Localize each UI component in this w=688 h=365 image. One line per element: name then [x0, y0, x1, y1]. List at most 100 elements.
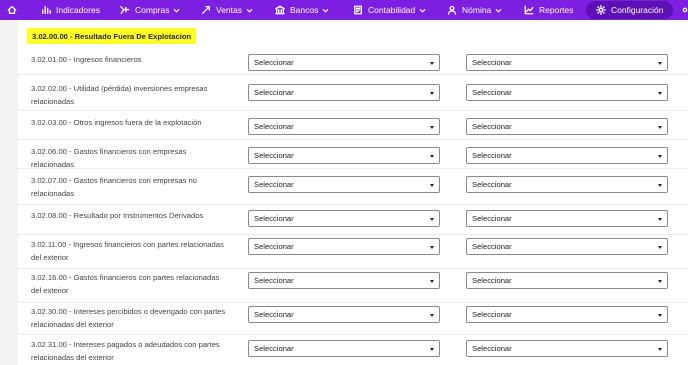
select-value: Seleccionar: [472, 122, 512, 131]
account-row: 3.02.16.00 - Gastos financieros con part…: [18, 269, 688, 303]
select-a[interactable]: Seleccionar: [248, 118, 440, 135]
select-b[interactable]: Seleccionar: [466, 147, 668, 164]
select-b[interactable]: Seleccionar: [466, 54, 668, 71]
select-b[interactable]: Seleccionar: [466, 176, 668, 193]
caret-down-icon: [430, 246, 434, 249]
select-a[interactable]: Seleccionar: [248, 340, 440, 357]
top-navigation: Indicadores Compras Ventas Bancos Contab…: [0, 0, 688, 20]
account-row: 3.02.02.00 - Utilidad (pérdida) inversio…: [18, 75, 688, 111]
select-value: Seleccionar: [254, 151, 294, 160]
select-value: Seleccionar: [472, 88, 512, 97]
caret-down-icon: [430, 218, 434, 221]
select-value: Seleccionar: [254, 214, 294, 223]
caret-down-icon: [658, 92, 662, 95]
nav-nomina[interactable]: Nómina: [447, 0, 502, 20]
account-label: 3.02.02.00 - Utilidad (pérdida) inversio…: [31, 84, 208, 106]
chevron-down-icon: [246, 8, 253, 12]
caret-down-icon: [430, 314, 434, 317]
cart-icon: [120, 6, 130, 14]
caret-down-icon: [658, 62, 662, 65]
nav-configuracion[interactable]: Configuración: [586, 1, 674, 19]
account-row: 3.02.06.00 - Gastos financieros con empr…: [18, 140, 688, 169]
nav-contabilidad[interactable]: Contabilidad: [353, 0, 426, 20]
account-row: 3.02.01.00 - Ingresos financieros Selecc…: [18, 48, 688, 75]
home-icon: [7, 6, 17, 15]
caret-down-icon: [430, 92, 434, 95]
caret-down-icon: [430, 126, 434, 129]
chevron-down-icon: [323, 8, 329, 12]
nav-reportes[interactable]: Reportes: [524, 0, 574, 20]
select-value: Seleccionar: [472, 242, 512, 251]
nav-label: Reportes: [539, 5, 574, 15]
select-value: Seleccionar: [472, 180, 512, 189]
account-label: 3.02.30.00 - Intereses percibidos o deve…: [31, 307, 226, 329]
caret-down-icon: [430, 155, 434, 158]
caret-down-icon: [658, 246, 662, 249]
nav-more[interactable]: [680, 0, 688, 20]
chevron-down-icon: [419, 8, 426, 12]
select-value: Seleccionar: [254, 242, 294, 251]
select-value: Seleccionar: [472, 276, 512, 285]
bank-icon: [275, 5, 285, 15]
select-b[interactable]: Seleccionar: [466, 238, 668, 255]
caret-down-icon: [658, 314, 662, 317]
select-a[interactable]: Seleccionar: [248, 176, 440, 193]
chevron-down-icon: [495, 8, 502, 12]
nav-label: Nómina: [462, 5, 492, 15]
account-label: 3.02.03.00 - Otros ingresos fuera de la …: [31, 118, 202, 127]
select-a[interactable]: Seleccionar: [248, 238, 440, 255]
caret-down-icon: [658, 218, 662, 221]
select-value: Seleccionar: [472, 151, 512, 160]
line-chart-icon: [524, 5, 534, 15]
caret-down-icon: [430, 62, 434, 65]
nav-label: Configuración: [611, 5, 664, 15]
account-label: 3.02.11.00 - Ingresos financieros con pa…: [31, 240, 224, 262]
select-b[interactable]: Seleccionar: [466, 118, 668, 135]
caret-down-icon: [658, 126, 662, 129]
nav-compras[interactable]: Compras: [120, 0, 180, 20]
select-value: Seleccionar: [254, 58, 294, 67]
select-a[interactable]: Seleccionar: [248, 84, 440, 101]
account-row: 3.02.30.00 - Intereses percibidos o deve…: [18, 303, 688, 335]
chevron-down-icon: [174, 8, 180, 12]
caret-down-icon: [430, 280, 434, 283]
bar-chart-icon: [42, 6, 51, 14]
account-row: 3.02.11.00 - Ingresos financieros con pa…: [18, 235, 688, 269]
select-b[interactable]: Seleccionar: [466, 272, 668, 289]
select-a[interactable]: Seleccionar: [248, 210, 440, 227]
account-row: 3.02.03.00 - Otros ingresos fuera de la …: [18, 111, 688, 140]
settings-icon: [682, 7, 688, 13]
trend-icon: [202, 6, 210, 14]
nav-label: Bancos: [290, 5, 319, 15]
select-b[interactable]: Seleccionar: [466, 306, 668, 323]
nav-bancos[interactable]: Bancos: [275, 0, 329, 20]
caret-down-icon: [658, 155, 662, 158]
caret-down-icon: [658, 184, 662, 187]
account-label: 3.02.08.00 - Resultado por Instrumentos …: [31, 211, 204, 220]
select-b[interactable]: Seleccionar: [466, 84, 668, 101]
select-value: Seleccionar: [472, 214, 512, 223]
ledger-icon: [354, 5, 362, 15]
select-a[interactable]: Seleccionar: [248, 54, 440, 71]
select-a[interactable]: Seleccionar: [248, 306, 440, 323]
select-value: Seleccionar: [254, 122, 294, 131]
select-a[interactable]: Seleccionar: [248, 147, 440, 164]
select-b[interactable]: Seleccionar: [466, 340, 668, 357]
nav-label: Ventas: [216, 5, 242, 15]
nav-indicadores[interactable]: Indicadores: [41, 0, 100, 20]
gear-icon: [596, 5, 606, 15]
account-label: 3.02.07.00 - Gastos financieros con empr…: [31, 176, 197, 198]
nav-label: Compras: [135, 5, 170, 15]
caret-down-icon: [658, 348, 662, 351]
nav-ventas[interactable]: Ventas: [201, 0, 253, 20]
caret-down-icon: [658, 280, 662, 283]
select-b[interactable]: Seleccionar: [466, 210, 668, 227]
select-value: Seleccionar: [472, 58, 512, 67]
account-row: 3.02.31.00 - Intereses pagados o adeudad…: [18, 335, 688, 365]
nav-home[interactable]: [7, 0, 22, 20]
section-title: 3.02.00.00 - Resultado Fuera De Explotac…: [27, 28, 197, 44]
account-row: 3.02.07.00 - Gastos financieros con empr…: [18, 169, 688, 205]
nav-label: Contabilidad: [368, 5, 416, 15]
account-label: 3.02.06.00 - Gastos financieros con empr…: [31, 147, 187, 169]
select-a[interactable]: Seleccionar: [248, 272, 440, 289]
